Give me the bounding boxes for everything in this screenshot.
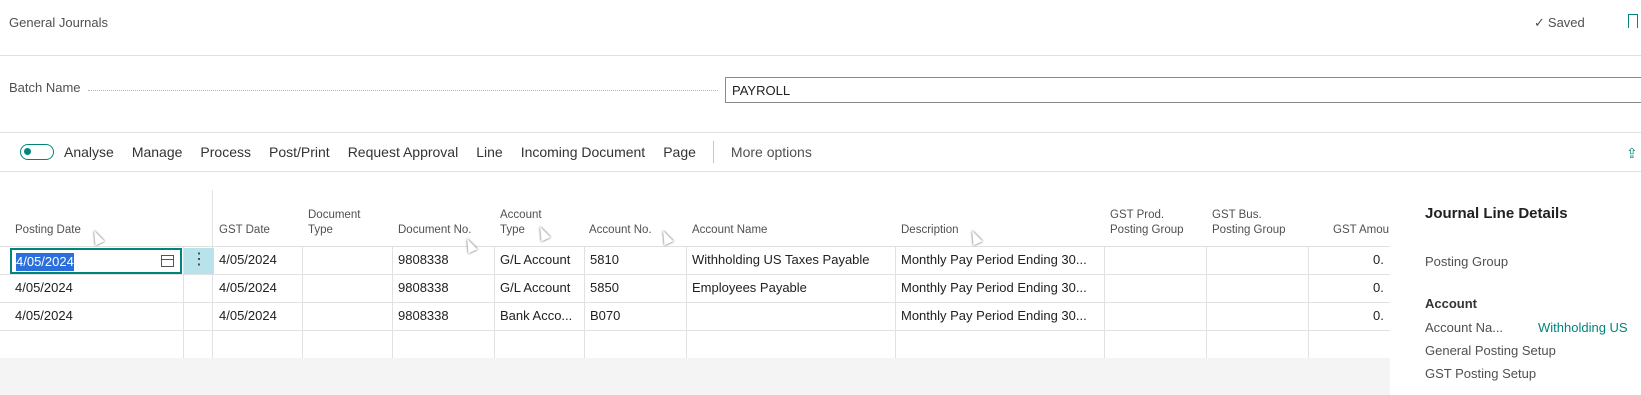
batch-name-input[interactable]: PAYROLL: [725, 77, 1641, 103]
col-document-type[interactable]: Document Type: [308, 208, 360, 238]
grid-line: [686, 246, 687, 358]
grid-line: [392, 246, 393, 358]
col-gst-amount[interactable]: GST Amou: [1333, 223, 1389, 238]
col-account-type-line1: Account: [500, 209, 542, 221]
posting-date-value: 4/05/2024: [16, 253, 74, 271]
grid-line: [302, 246, 303, 358]
cell-account-type[interactable]: Bank Acco...: [500, 302, 582, 330]
divider: [0, 132, 1641, 133]
mouse-cursor-icon: [658, 228, 674, 246]
mouse-cursor-icon: [535, 224, 551, 242]
toolbar-more-options[interactable]: More options: [731, 144, 812, 160]
col-document-no[interactable]: Document No.: [398, 223, 472, 238]
posting-date-input[interactable]: 4/05/2024: [10, 248, 182, 274]
toolbar-request-approval[interactable]: Request Approval: [348, 144, 459, 160]
cell-document-no[interactable]: 9808338: [398, 302, 490, 330]
col-posting-date[interactable]: Posting Date: [15, 223, 81, 238]
grid-line: [494, 246, 495, 358]
details-account-section: Account: [1425, 296, 1477, 311]
details-gst-posting-setup[interactable]: GST Posting Setup: [1425, 366, 1536, 381]
cell-posting-date[interactable]: 4/05/2024: [15, 302, 180, 330]
toolbar-line[interactable]: Line: [476, 144, 502, 160]
cell-account-no[interactable]: 5810: [590, 246, 682, 274]
toolbar-manage[interactable]: Manage: [132, 144, 183, 160]
vertical-ellipsis-icon[interactable]: ⋮: [184, 248, 214, 274]
toolbar-analyse[interactable]: Analyse: [64, 144, 114, 160]
action-bar: Analyse Manage Process Post/Print Reques…: [20, 140, 830, 164]
share-icon[interactable]: ⇪: [1626, 145, 1638, 162]
cell-account-type[interactable]: G/L Account: [500, 246, 582, 274]
details-account-name-value[interactable]: Withholding US: [1538, 320, 1628, 335]
cell-account-no[interactable]: 5850: [590, 274, 682, 302]
analyse-toggle[interactable]: [20, 144, 54, 160]
col-gst-prod-line2: Posting Group: [1110, 224, 1184, 236]
divider: [0, 55, 1641, 56]
toolbar-page[interactable]: Page: [663, 144, 696, 160]
col-document-type-line1: Document: [308, 209, 361, 221]
toolbar-separator: [712, 141, 714, 163]
col-document-type-line2: Type: [308, 224, 333, 236]
col-gst-bus-line2: Posting Group: [1212, 224, 1286, 236]
grid-line: [895, 246, 896, 358]
bookmark-icon[interactable]: [1628, 14, 1638, 28]
grid-line: [0, 330, 1390, 331]
cell-posting-date[interactable]: 4/05/2024: [15, 274, 180, 302]
divider: [0, 171, 1641, 172]
toggle-knob: [24, 148, 31, 155]
cell-gst-date[interactable]: 4/05/2024: [219, 246, 299, 274]
cell-account-type[interactable]: G/L Account: [500, 274, 582, 302]
col-gst-prod-line1: GST Prod.: [1110, 209, 1165, 221]
toolbar-incoming-document[interactable]: Incoming Document: [521, 144, 646, 160]
toolbar-post-print[interactable]: Post/Print: [269, 144, 330, 160]
mouse-cursor-icon: [89, 228, 105, 246]
cell-description[interactable]: Monthly Pay Period Ending 30...: [901, 246, 1101, 274]
details-posting-group: Posting Group: [1425, 254, 1509, 269]
cell-description[interactable]: Monthly Pay Period Ending 30...: [901, 302, 1101, 330]
toolbar-process[interactable]: Process: [200, 144, 251, 160]
grid-line: [1104, 246, 1105, 358]
details-account-name-label: Account Na...: [1425, 320, 1504, 335]
details-title: Journal Line Details: [1425, 205, 1568, 222]
grid-line: [584, 246, 585, 358]
cell-account-no[interactable]: B070: [590, 302, 682, 330]
col-description[interactable]: Description: [901, 223, 959, 238]
col-account-no[interactable]: Account No.: [589, 223, 652, 238]
cell-document-no[interactable]: 9808338: [398, 274, 490, 302]
grid-line: [1206, 246, 1207, 358]
col-gst-date[interactable]: GST Date: [219, 223, 270, 238]
page-title: General Journals: [9, 15, 108, 30]
col-gst-bus-line1: GST Bus.: [1212, 209, 1262, 221]
saved-status: ✓ Saved: [1534, 15, 1585, 31]
calendar-icon[interactable]: [161, 255, 174, 267]
saved-label: Saved: [1547, 15, 1585, 30]
checkmark-icon: ✓: [1534, 15, 1545, 30]
cell-description[interactable]: Monthly Pay Period Ending 30...: [901, 274, 1101, 302]
cell-account-name: Employees Payable: [692, 280, 807, 295]
cell-gst-amount: 0.: [1373, 252, 1384, 267]
col-account-type[interactable]: Account Type: [500, 208, 542, 238]
grid-line: [1308, 246, 1309, 358]
grid-footer-area: [0, 358, 1390, 395]
mouse-cursor-icon: [967, 228, 983, 246]
col-gst-bus-posting-group[interactable]: GST Bus. Posting Group: [1212, 208, 1286, 238]
cell-account-name: Withholding US Taxes Payable: [692, 252, 870, 267]
cell-gst-amount: 0.: [1373, 280, 1384, 295]
cell-gst-date[interactable]: 4/05/2024: [219, 274, 299, 302]
cell-document-no[interactable]: 9808338: [398, 246, 490, 274]
grid-line: [0, 302, 1390, 303]
cell-gst-amount: 0.: [1373, 308, 1384, 323]
cell-gst-date[interactable]: 4/05/2024: [219, 302, 299, 330]
details-general-posting-setup[interactable]: General Posting Setup: [1425, 343, 1556, 358]
field-leader-dots: [88, 90, 718, 91]
col-gst-prod-posting-group[interactable]: GST Prod. Posting Group: [1110, 208, 1184, 238]
col-account-name[interactable]: Account Name: [692, 223, 767, 238]
batch-name-label: Batch Name: [9, 80, 81, 95]
